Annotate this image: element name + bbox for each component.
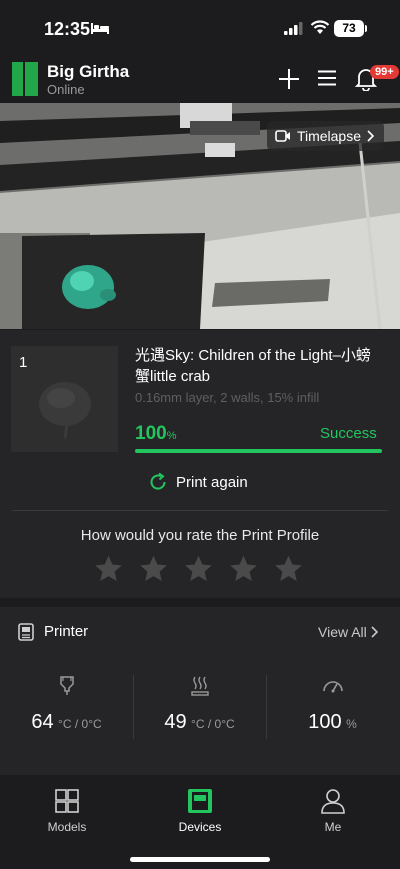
battery-indicator: 73 [334,20,364,37]
cellular-signal-icon [284,22,303,35]
home-indicator [130,857,270,862]
progress-unit: % [166,430,177,442]
tab-me-label: Me [324,820,342,834]
section-divider [12,510,388,511]
star-icon[interactable] [92,553,125,585]
plate-thumbnail[interactable]: 1 [11,346,118,452]
bed-temperature-icon [190,676,209,696]
devices-icon [188,789,212,813]
nozzle-temperature-icon [59,676,74,695]
tab-models-label: Models [47,820,87,834]
job-details: 0.16mm layer, 2 walls, 15% infill [135,390,320,405]
bed-temperature-unit: °C / 0°C [191,717,235,731]
progress-bar-fill [135,449,382,453]
printer-name[interactable]: Big Girtha [47,62,129,82]
progress-bar [135,449,382,453]
printer-section-title: Printer [44,623,89,640]
brand-logo-icon [12,62,38,96]
menu-icon[interactable] [318,70,336,86]
tab-me[interactable]: Me [266,788,400,834]
plate-number: 1 [19,354,28,371]
status-time: 12:35 [44,19,91,39]
timelapse-button[interactable]: Timelapse [266,121,384,151]
tab-devices-label: Devices [178,820,222,834]
star-rating[interactable] [92,553,305,585]
bed-temperature-stat[interactable]: 49 °C / 0°C [133,675,266,734]
printer-status: Online [47,82,85,97]
progress-value: 100 [135,423,167,444]
nozzle-temperature-stat[interactable]: 64 °C / 0°C [0,675,133,734]
print-again-button[interactable]: Print again [148,472,248,492]
bottom-tab-bar: Models Devices Me [0,780,400,869]
print-again-label: Print again [176,473,248,491]
star-icon[interactable] [227,553,260,585]
battery-tip [365,25,367,32]
sleep-mode-icon [91,23,109,34]
speed-gauge-icon [322,681,343,693]
print-speed-stat[interactable]: 100 % [266,675,399,734]
star-icon[interactable] [272,553,305,585]
add-icon[interactable] [278,68,300,90]
print-job-card: 1 光遇Sky: Children of the Light–小螃蟹little… [0,330,400,598]
tab-devices[interactable]: Devices [133,788,267,834]
app-header: Big Girtha Online 99+ [0,58,400,102]
wifi-icon [310,20,330,34]
tab-models[interactable]: Models [0,788,134,834]
chevron-right-icon [371,626,378,638]
chevron-right-icon [367,130,374,142]
printer-card: Printer View All 64 °C / 0°C 49 °C / 0°C… [0,607,400,775]
profile-icon [321,789,345,814]
models-icon [55,789,79,813]
video-camera-icon [275,130,290,142]
print-speed-unit: % [346,717,357,731]
refresh-icon [150,472,166,490]
rate-prompt: How would you rate the Print Profile [80,527,320,544]
star-icon[interactable] [182,553,215,585]
view-all-label: View All [318,624,367,640]
view-all-button[interactable]: View All [318,624,378,640]
bed-temperature-value: 49 [164,711,187,733]
star-icon[interactable] [137,553,170,585]
camera-feed[interactable]: Timelapse [0,103,400,329]
timelapse-label: Timelapse [296,128,361,144]
job-status: Success [320,425,377,442]
nozzle-temperature-unit: °C / 0°C [58,717,102,731]
printer-icon [18,623,34,641]
job-title: 光遇Sky: Children of the Light–小螃蟹little c… [135,347,371,385]
notification-badge: 99+ [370,65,399,79]
progress-percent: 100% [135,423,176,445]
status-bar: 12:35 73 [0,0,400,58]
print-speed-value: 100 [308,711,342,733]
nozzle-temperature-value: 64 [31,711,54,733]
